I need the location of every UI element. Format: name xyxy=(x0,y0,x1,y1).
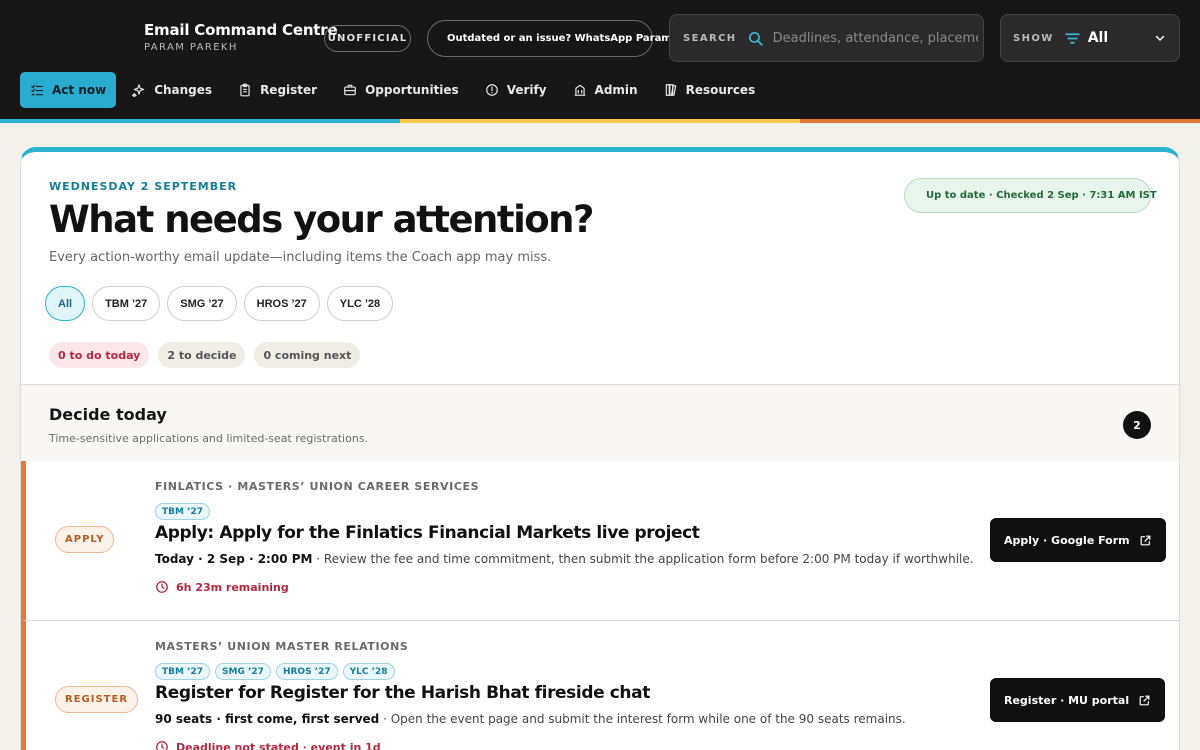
clipboard-icon xyxy=(240,83,250,97)
brand: Email Command Centre PARAM PAREKH xyxy=(144,21,338,53)
app-subtitle: PARAM PAREKH xyxy=(144,42,238,53)
filter-chip-smg27[interactable]: SMG ’27 xyxy=(167,286,237,321)
show-filter-select[interactable]: SHOW All xyxy=(1000,14,1180,62)
list-item: APPLY FINLATICS · MASTERS’ UNION CAREER … xyxy=(21,461,1179,621)
show-value: All xyxy=(1087,30,1109,46)
accent-stripe-blue xyxy=(0,119,400,123)
cta-label: Apply · Google Form xyxy=(1004,533,1130,547)
nav-act-now[interactable]: Act now xyxy=(20,72,117,108)
filter-chip-ylc28[interactable]: YLC ’28 xyxy=(326,286,394,321)
nav-changes-label: Changes xyxy=(154,83,213,97)
search-icon xyxy=(748,31,763,46)
sync-status-badge: Up to date · Checked 2 Sep · 7:31 AM IST xyxy=(904,178,1157,213)
time-remaining: 6h 23m remaining xyxy=(155,580,289,594)
clock-icon xyxy=(156,741,168,750)
top-bar: Email Command Centre PARAM PAREKH UNOFFI… xyxy=(0,0,1200,119)
section-count-badge: 2 xyxy=(1123,411,1151,439)
search-box: SEARCH xyxy=(669,14,984,62)
summary-counts: 0 to do today 2 to decide 0 coming next xyxy=(49,342,369,368)
nav-register[interactable]: Register xyxy=(228,72,327,108)
cohort-tag: SMG ’27 xyxy=(215,663,271,680)
cohort-tag: TBM ’27 xyxy=(155,503,211,520)
current-date: WEDNESDAY 2 SEPTEMBER xyxy=(49,180,238,193)
item-meta: Today · 2 Sep · 2:00 PM · Review the fee… xyxy=(155,552,974,566)
count-decide[interactable]: 2 to decide xyxy=(158,342,246,368)
whatsapp-label: Outdated or an issue? WhatsApp Param xyxy=(447,33,672,44)
accent-stripe-yellow xyxy=(400,119,800,123)
filter-icon xyxy=(1064,32,1080,44)
time-remaining: Deadline not stated · event in 1d xyxy=(155,740,381,750)
unofficial-badge: UNOFFICIAL xyxy=(324,25,411,52)
nav-opportunities[interactable]: Opportunities xyxy=(333,72,469,108)
section-title: Decide today xyxy=(49,405,167,424)
search-input[interactable] xyxy=(772,30,978,46)
external-link-icon xyxy=(1139,695,1150,705)
main-nav: Act now Changes Register Opportunities V… xyxy=(20,72,771,108)
nav-register-label: Register xyxy=(260,83,318,97)
show-label: SHOW xyxy=(1013,32,1054,44)
item-title: Register for Register for the Harish Bha… xyxy=(155,683,650,703)
item-source: FINLATICS · MASTERS’ UNION CAREER SERVIC… xyxy=(155,480,480,493)
section-subtitle: Time-sensitive applications and limited-… xyxy=(49,432,369,445)
nav-resources[interactable]: Resources xyxy=(654,72,766,108)
nav-admin[interactable]: Admin xyxy=(563,72,648,108)
filter-chip-all[interactable]: All xyxy=(45,286,86,321)
checklist-icon xyxy=(31,84,43,96)
action-badge: REGISTER xyxy=(55,686,139,713)
cohort-filters: All TBM ’27 SMG ’27 HROS ’27 YLC ’28 xyxy=(45,286,400,321)
item-title: Apply: Apply for the Finlatics Financial… xyxy=(155,523,700,543)
item-source: MASTERS’ UNION MASTER RELATIONS xyxy=(155,640,409,653)
decide-today-section-header: Decide today Time-sensitive applications… xyxy=(21,384,1179,461)
register-mu-portal-button[interactable]: Register · MU portal xyxy=(990,678,1166,722)
nav-verify-label: Verify xyxy=(506,83,547,97)
page-title: What needs your attention? xyxy=(49,198,595,241)
action-badge: APPLY xyxy=(55,526,115,553)
time-remaining-text: Deadline not stated · event in 1d xyxy=(176,740,381,750)
whatsapp-button[interactable]: Outdated or an issue? WhatsApp Param xyxy=(427,20,672,57)
item-tags: TBM ’27 xyxy=(155,503,215,520)
cohort-tag: YLC ’28 xyxy=(342,663,395,680)
item-meta-key: Today · 2 Sep · 2:00 PM xyxy=(155,552,313,566)
list-item: REGISTER MASTERS’ UNION MASTER RELATIONS… xyxy=(21,621,1179,750)
item-meta-detail: · Open the event page and submit the int… xyxy=(379,712,906,726)
alert-circle-icon xyxy=(485,84,498,96)
item-meta: 90 seats · first come, first served · Op… xyxy=(155,712,906,726)
nav-admin-label: Admin xyxy=(594,83,638,97)
attention-card: WEDNESDAY 2 SEPTEMBER What needs your at… xyxy=(20,147,1180,750)
item-tags: TBM ’27 SMG ’27 HROS ’27 YLC ’28 xyxy=(155,663,400,680)
count-next[interactable]: 0 coming next xyxy=(254,342,361,368)
nav-changes[interactable]: Changes xyxy=(122,72,222,108)
clock-icon xyxy=(156,581,168,593)
nav-act-now-label: Act now xyxy=(52,83,107,97)
app-title: Email Command Centre xyxy=(144,21,338,39)
search-label: SEARCH xyxy=(683,32,737,44)
item-meta-detail: · Review the fee and time commitment, th… xyxy=(312,552,974,566)
apply-google-form-button[interactable]: Apply · Google Form xyxy=(990,518,1166,562)
cta-label: Register · MU portal xyxy=(1004,693,1130,707)
nav-verify[interactable]: Verify xyxy=(475,72,557,108)
filter-chip-hros27[interactable]: HROS ’27 xyxy=(243,286,320,321)
item-meta-key: 90 seats · first come, first served xyxy=(155,712,380,726)
library-icon xyxy=(665,84,676,96)
accent-stripe-orange xyxy=(800,119,1200,123)
cohort-tag: TBM ’27 xyxy=(155,663,211,680)
filter-chip-tbm27[interactable]: TBM ’27 xyxy=(92,286,161,321)
briefcase-icon xyxy=(344,84,356,96)
nav-opportunities-label: Opportunities xyxy=(365,83,459,97)
building-icon xyxy=(574,84,585,96)
chevron-down-icon xyxy=(1155,35,1165,41)
page-subtitle: Every action-worthy email update—includi… xyxy=(49,250,552,265)
cohort-tag: HROS ’27 xyxy=(275,663,338,680)
sync-status-text: Up to date · Checked 2 Sep · 7:31 AM IST xyxy=(926,190,1157,201)
nav-resources-label: Resources xyxy=(685,83,756,97)
external-link-icon xyxy=(1140,535,1151,545)
count-today[interactable]: 0 to do today xyxy=(49,342,150,368)
sparkle-icon xyxy=(132,84,145,97)
time-remaining-text: 6h 23m remaining xyxy=(176,580,289,594)
